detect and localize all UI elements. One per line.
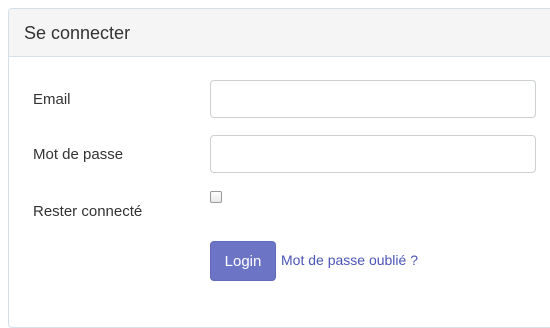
remember-checkbox[interactable] <box>210 191 222 203</box>
panel-heading: Se connecter <box>9 9 550 57</box>
forgot-password-link[interactable]: Mot de passe oublié ? <box>281 252 418 268</box>
login-panel: Se connecter Email Mot de passe Rester c… <box>8 8 550 328</box>
email-field[interactable] <box>210 80 536 118</box>
remember-label: Rester connecté <box>33 203 143 220</box>
password-label: Mot de passe <box>33 146 124 163</box>
panel-title: Se connecter <box>24 23 131 43</box>
login-button[interactable]: Login <box>210 241 276 281</box>
password-field[interactable] <box>210 135 536 173</box>
email-label: Email <box>33 91 71 108</box>
